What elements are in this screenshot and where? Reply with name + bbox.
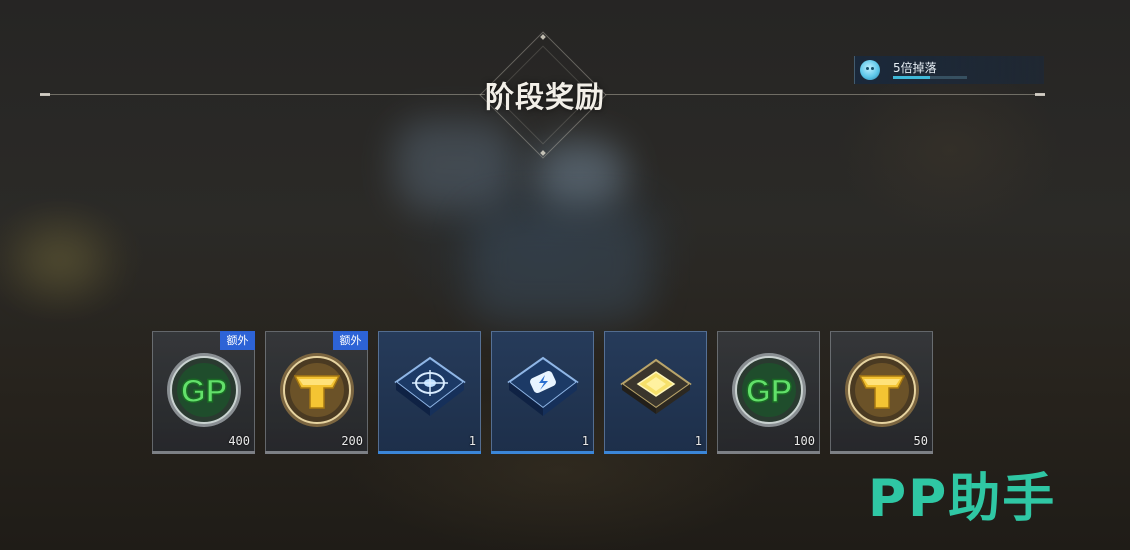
target-chip-icon <box>394 356 466 416</box>
gold-chip-icon <box>620 358 692 414</box>
reward-quantity: 50 <box>913 434 928 448</box>
reward-card[interactable]: 1 <box>604 331 707 454</box>
drop-bonus-label: 5倍掉落 <box>893 61 937 75</box>
header-divider-right <box>605 94 1045 95</box>
rarity-bar <box>830 451 933 454</box>
background-blur <box>470 210 650 320</box>
reward-quantity: 400 <box>228 434 250 448</box>
reward-quantity: 1 <box>694 434 702 448</box>
reward-quantity: 1 <box>468 434 476 448</box>
rarity-bar <box>152 451 255 454</box>
extra-tag: 额外 <box>333 331 368 350</box>
reward-card[interactable]: 50 <box>830 331 933 454</box>
header-tick-right <box>1035 93 1045 96</box>
reward-quantity: 200 <box>341 434 363 448</box>
background-blur <box>20 230 100 290</box>
drop-bonus-progress-track <box>893 76 967 79</box>
rarity-bar <box>265 451 368 454</box>
t-coin-icon <box>280 353 354 427</box>
reward-card[interactable]: 1 <box>378 331 481 454</box>
drop-bonus-badge: 5倍掉落 <box>854 56 1044 84</box>
extra-tag: 额外 <box>220 331 255 350</box>
rarity-bar <box>717 451 820 454</box>
rarity-bar <box>604 451 707 454</box>
page-title: 阶段奖励 <box>484 80 605 114</box>
background-blur <box>395 120 515 210</box>
reward-quantity: 100 <box>793 434 815 448</box>
gp-coin-icon: GP <box>732 353 806 427</box>
rarity-bar <box>491 451 594 454</box>
battery-chip-icon <box>507 356 579 416</box>
reward-quantity: 1 <box>581 434 589 448</box>
header-divider-left <box>40 94 485 95</box>
t-coin-icon <box>845 353 919 427</box>
gp-text: GP <box>181 373 227 409</box>
rarity-bar <box>378 451 481 454</box>
gp-coin-icon: GP <box>167 353 241 427</box>
reward-card[interactable]: 额外 200 <box>265 331 368 454</box>
reward-card[interactable]: GP 额外 400 <box>152 331 255 454</box>
gp-text: GP <box>746 373 792 409</box>
drop-bonus-progress-fill <box>893 76 930 79</box>
reward-card[interactable]: GP 100 <box>717 331 820 454</box>
reward-card[interactable]: 1 <box>491 331 594 454</box>
face-icon <box>860 60 880 80</box>
watermark-logo: PP助手 <box>868 469 1057 529</box>
header-tick-left <box>40 93 50 96</box>
